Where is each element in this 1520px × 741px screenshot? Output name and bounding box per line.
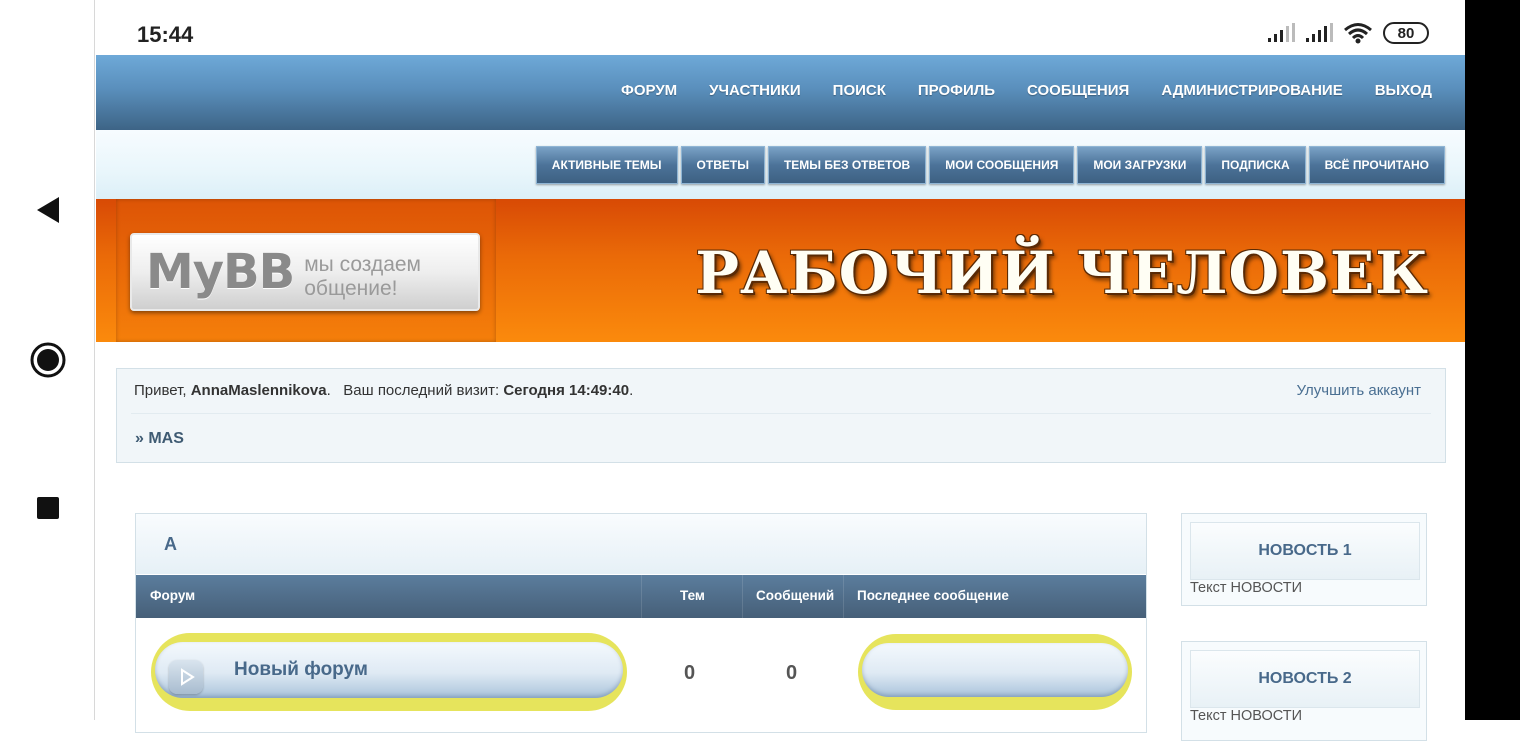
forum-speech-bubble-icon [169,660,203,694]
news-block-2: НОВОСТЬ 2 Текст НОВОСТИ [1181,641,1427,741]
site-banner: MyBB мы создаем общение! РАБОЧИЙ ЧЕЛОВЕК [96,199,1465,342]
column-last-post: Последнее сообщение [857,588,1009,603]
last-post-cell [858,634,1132,710]
home-button[interactable] [0,338,95,382]
news-title-2: НОВОСТЬ 2 [1190,650,1420,708]
signal-icon [1306,23,1333,42]
recent-apps-button[interactable] [0,490,95,526]
forum-name-link[interactable]: Новый форум [234,659,368,681]
divider [641,575,642,618]
sub-navigation: АКТИВНЫЕ ТЕМЫ ОТВЕТЫ ТЕМЫ БЕЗ ОТВЕТОВ МО… [96,130,1465,199]
my-uploads-button[interactable]: МОИ ЗАГРУЗКИ [1077,146,1203,184]
status-bar: 15:44 80 [96,0,1465,55]
status-time: 15:44 [137,22,194,47]
forum-cell[interactable]: Новый форум [151,633,627,711]
signal-icon [1268,23,1295,42]
logo-main-text: MyBB [146,244,295,300]
back-triangle-icon [36,197,59,223]
forum-cell-background [155,642,623,698]
nav-messages[interactable]: СООБЩЕНИЯ [1027,82,1129,99]
my-posts-button[interactable]: МОИ СООБЩЕНИЯ [929,146,1075,184]
breadcrumb[interactable]: » MAS [135,430,184,448]
column-posts: Сообщений [756,588,835,603]
upgrade-account-link[interactable]: Улучшить аккаунт [1297,382,1421,399]
column-forum: Форум [150,588,196,603]
home-circle-icon [30,342,65,378]
nav-members[interactable]: УЧАСТНИКИ [709,82,801,99]
divider [843,575,844,618]
column-topics: Тем [680,588,705,603]
back-button[interactable] [0,190,95,230]
status-icons: 80 [1267,22,1429,44]
last-post-cell-background [862,643,1128,697]
recent-square-icon [36,497,59,519]
topics-count: 0 [684,662,696,684]
screen-edge [1465,0,1520,720]
category-title[interactable]: А [164,534,177,555]
nav-profile[interactable]: ПРОФИЛЬ [918,82,995,99]
logo-tagline: мы создаем общение! [304,253,421,300]
divider [131,413,1431,414]
category-header: А [136,514,1146,574]
site-title: РАБОЧИЙ ЧЕЛОВЕК [695,239,1429,307]
nav-forum[interactable]: ФОРУМ [621,82,677,99]
active-topics-button[interactable]: АКТИВНЫЕ ТЕМЫ [535,146,678,184]
subscription-button[interactable]: ПОДПИСКА [1205,146,1306,184]
replies-button[interactable]: ОТВЕТЫ [680,146,765,184]
unanswered-topics-button[interactable]: ТЕМЫ БЕЗ ОТВЕТОВ [767,146,927,184]
logo-panel: MyBB мы создаем общение! [116,199,496,342]
mybb-logo[interactable]: MyBB мы создаем общение! [130,233,480,311]
android-nav-bar [0,0,95,720]
nav-logout[interactable]: ВЫХОД [1375,82,1432,99]
table-row: Новый форум 0 0 [136,618,1146,728]
main-navigation: ФОРУМ УЧАСТНИКИ ПОИСК ПРОФИЛЬ СООБЩЕНИЯ … [96,55,1465,130]
news-block-1: НОВОСТЬ 1 Текст НОВОСТИ [1181,513,1427,606]
welcome-box: Привет, AnnaMaslennikova. Ваш последний … [116,368,1446,463]
forum-category: А Форум Тем Сообщений Последнее сообщени… [135,513,1147,733]
mark-all-read-button[interactable]: ВСЁ ПРОЧИТАНО [1308,146,1445,184]
welcome-line: Привет, AnnaMaslennikova. Ваш последний … [134,382,634,399]
news-text-1: Текст НОВОСТИ [1190,580,1303,596]
news-text-2: Текст НОВОСТИ [1190,708,1303,724]
divider [742,575,743,618]
username[interactable]: AnnaMaslennikova [191,382,327,399]
wifi-icon [1344,23,1372,44]
last-visit-time: Сегодня 14:49:40 [503,382,630,399]
category-column-headers: Форум Тем Сообщений Последнее сообщение [136,575,1146,618]
nav-admin[interactable]: АДМИНИСТРИРОВАНИЕ [1161,82,1342,99]
news-title-1: НОВОСТЬ 1 [1190,522,1420,580]
nav-search[interactable]: ПОИСК [833,82,886,99]
battery-indicator: 80 [1383,22,1429,44]
posts-count: 0 [786,662,798,684]
